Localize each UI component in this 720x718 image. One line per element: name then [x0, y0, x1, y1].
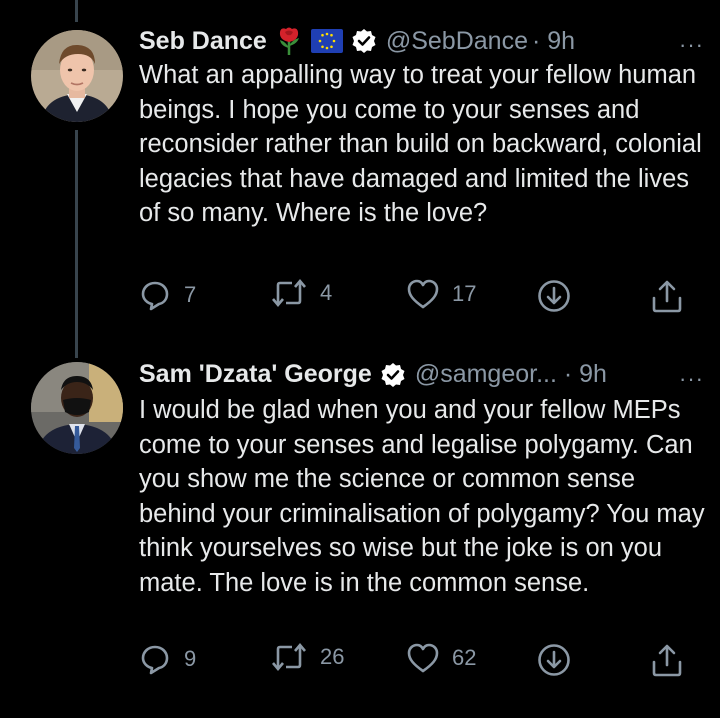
reply-button[interactable]: 9	[138, 642, 196, 676]
share-button[interactable]	[650, 278, 684, 314]
like-count: 62	[452, 645, 477, 670]
download-circle-icon	[538, 644, 570, 676]
download-button[interactable]	[536, 278, 572, 314]
heart-icon	[407, 279, 439, 309]
like-count: 17	[452, 281, 477, 306]
tweet-text: What an appalling way to treat your fell…	[139, 61, 702, 227]
avatar[interactable]	[31, 362, 123, 454]
retweet-button[interactable]: 4	[270, 278, 332, 308]
timestamp[interactable]: · 9h	[532, 27, 575, 56]
like-button[interactable]: 17	[406, 278, 476, 310]
more-options-icon[interactable]: ···	[679, 32, 704, 58]
eu-flag-icon	[310, 29, 343, 53]
tweet-actions: 7 4 17	[138, 278, 698, 318]
verified-badge-icon	[380, 362, 406, 388]
avatar[interactable]	[31, 30, 123, 122]
reply-button[interactable]: 7	[138, 278, 196, 312]
tweet-text: I would be glad when you and your fellow…	[139, 396, 705, 597]
like-button[interactable]: 62	[406, 642, 476, 674]
retweet-button[interactable]: 26	[270, 642, 344, 672]
reply-count: 7	[184, 282, 197, 307]
retweet-count: 4	[320, 280, 333, 305]
display-name[interactable]: Sam 'Dzata' George	[139, 360, 372, 389]
share-icon	[652, 280, 682, 313]
verified-badge-icon	[351, 28, 377, 54]
handle[interactable]: @SebDance	[386, 27, 528, 56]
tweet-actions: 9 26 62	[138, 642, 698, 682]
tweet-sam-george[interactable]: Sam 'Dzata' George @samgeor... · 9h ··· …	[0, 350, 720, 718]
retweet-count: 26	[320, 644, 345, 669]
more-options-icon[interactable]: ···	[679, 366, 704, 392]
download-button[interactable]	[536, 642, 572, 678]
tweet-header: Sam 'Dzata' George @samgeor... · 9h	[139, 360, 607, 389]
reply-icon	[141, 645, 169, 675]
rose-emoji-icon	[275, 26, 303, 56]
reply-icon	[141, 281, 169, 311]
tweet-seb-dance[interactable]: Seb Dance @SebDance · 9h ··· What an app…	[0, 0, 720, 350]
retweet-icon	[272, 642, 306, 672]
share-icon	[652, 644, 682, 677]
tweet-header: Seb Dance @SebDance · 9h	[139, 26, 575, 56]
retweet-icon	[272, 278, 306, 308]
handle[interactable]: @samgeor... · 9h	[415, 360, 607, 389]
reply-count: 9	[184, 646, 197, 671]
heart-icon	[407, 643, 439, 673]
display-name[interactable]: Seb Dance	[139, 27, 267, 56]
download-circle-icon	[538, 280, 570, 312]
share-button[interactable]	[650, 642, 684, 678]
